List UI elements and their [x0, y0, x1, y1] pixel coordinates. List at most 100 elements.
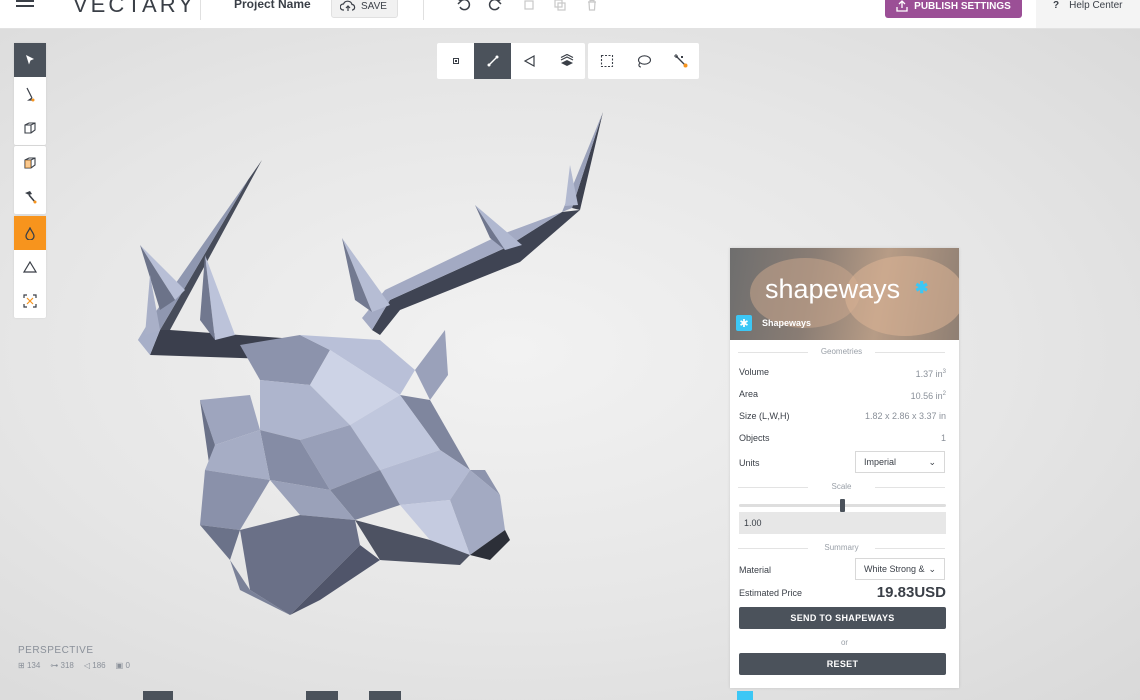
redo-icon[interactable] [486, 0, 504, 14]
cube-tool-button[interactable] [14, 111, 46, 145]
shapeways-banner: shapeways ✱ ✱ Shapeways [730, 248, 959, 340]
reset-button[interactable]: RESET [739, 653, 946, 675]
scene-stats: ⊞ 134 ⊶ 318 ◁ 186 ▣ 0 [18, 661, 130, 670]
divider [200, 0, 201, 20]
save-label: SAVE [361, 0, 387, 12]
select-tool-button[interactable] [14, 43, 46, 77]
face-count-icon: ◁ [83, 661, 91, 670]
hammer-tool-button[interactable] [14, 180, 46, 214]
menu-icon[interactable] [16, 0, 34, 10]
geometries-heading: Geometries [738, 347, 945, 356]
material-label: Material [739, 565, 772, 575]
shapeways-panel: shapeways ✱ ✱ Shapeways Geometries Volum… [730, 248, 959, 688]
send-to-shapeways-button[interactable]: SEND TO SHAPEWAYS [739, 607, 946, 629]
objects-value: 1 [940, 433, 946, 443]
price-label: Estimated Price [739, 588, 803, 598]
view-mode-label[interactable]: PERSPECTIVE [18, 645, 94, 656]
bottom-panel-badge [737, 691, 753, 700]
undo-icon[interactable] [455, 0, 473, 14]
material-tool-button[interactable] [14, 216, 46, 250]
pen-tool-button[interactable] [14, 77, 46, 111]
scale-heading: Scale [738, 482, 945, 491]
cloud-upload-icon [340, 0, 356, 11]
magic-select-button[interactable] [662, 43, 699, 79]
summary-heading: Summary [738, 543, 945, 552]
drop-icon [25, 226, 35, 240]
object-count: ▣ 0 [115, 661, 130, 670]
object-mode-button[interactable] [548, 43, 585, 79]
vertex-count: ⊞ 134 [18, 661, 41, 670]
price-value: 19.83USD [876, 584, 946, 601]
lasso-select-button[interactable] [625, 43, 662, 79]
size-value: 1.82 x 2.86 x 3.37 in [864, 411, 946, 421]
object-mode-icon [560, 54, 573, 66]
scale-slider-thumb[interactable] [840, 499, 845, 512]
selection-mode-toolbar [437, 43, 585, 79]
triangle-icon [23, 261, 37, 273]
chevron-down-icon: ⌄ [928, 456, 936, 467]
pen-icon [26, 87, 35, 102]
vertex-mode-button[interactable] [437, 43, 474, 79]
magic-select-icon [673, 54, 687, 68]
left-toolbar-group-1 [14, 43, 46, 145]
bottom-toolbar-button[interactable] [143, 691, 173, 700]
upload-icon [896, 0, 908, 12]
vertex-mode-icon [452, 58, 459, 64]
shapeways-logo: shapeways [765, 274, 901, 304]
size-label: Size (L,W,H) [739, 411, 790, 421]
rect-select-icon [600, 54, 613, 68]
edge-count-icon: ⊶ [50, 661, 59, 670]
star-icon: ✱ [915, 280, 929, 297]
paste-icon[interactable] [551, 0, 569, 14]
cube-icon [24, 122, 36, 134]
vertex-count-icon: ⊞ [18, 661, 25, 670]
units-label: Units [739, 458, 760, 468]
publish-settings-button[interactable]: PUBLISH SETTINGS [885, 0, 1022, 18]
face-mode-icon [523, 54, 535, 68]
trash-icon[interactable] [583, 0, 601, 14]
edge-mode-button[interactable] [474, 43, 511, 79]
scale-input[interactable]: 1.00 [739, 512, 946, 534]
left-toolbar-group-3 [14, 216, 46, 318]
top-bar: VECTARY Project Name SAVE PUBLISH SETTIN… [0, 0, 1140, 29]
transform-icon [23, 294, 37, 308]
project-name[interactable]: Project Name [234, 0, 311, 11]
bottom-toolbar-button[interactable] [369, 691, 401, 700]
volume-value: 1.37 in3 [915, 369, 946, 379]
publish-label: PUBLISH SETTINGS [914, 0, 1011, 12]
selection-tools-toolbar [588, 43, 699, 79]
left-toolbar-group-2 [14, 146, 46, 214]
hammer-icon [25, 191, 37, 204]
material-select[interactable]: White Strong & ⌄ [855, 558, 945, 580]
bottom-toolbar [0, 688, 1140, 700]
chevron-down-icon: ⌄ [928, 563, 936, 574]
units-value: Imperial [864, 457, 897, 467]
help-icon: ? [1053, 0, 1060, 11]
rect-select-button[interactable] [588, 43, 625, 79]
primitive-tool-button[interactable] [14, 250, 46, 284]
transform-tool-button[interactable] [14, 284, 46, 318]
shapeways-badge-icon: ✱ [736, 315, 752, 331]
edge-count: ⊶ 318 [50, 661, 74, 670]
app-logo: VECTARY [73, 0, 196, 17]
save-button[interactable]: SAVE [331, 0, 398, 18]
help-label: Help Center [1069, 0, 1123, 11]
copy-icon[interactable] [520, 0, 538, 14]
units-select[interactable]: Imperial ⌄ [855, 451, 945, 473]
help-center-link[interactable]: ? Help Center [1036, 0, 1140, 28]
edge-mode-icon [487, 55, 498, 67]
objects-label: Objects [739, 433, 770, 443]
bottom-toolbar-button[interactable] [306, 691, 338, 700]
select-arrow-icon [26, 55, 34, 65]
area-label: Area [739, 389, 759, 399]
area-value: 10.56 in2 [910, 391, 946, 401]
cube-edit-icon [24, 157, 36, 169]
volume-label: Volume [739, 367, 770, 377]
face-mode-button[interactable] [511, 43, 548, 79]
edit-geometry-button[interactable] [14, 146, 46, 180]
object-count-icon: ▣ [115, 661, 124, 670]
material-value: White Strong & [864, 564, 925, 574]
deer-head-model[interactable] [130, 105, 610, 625]
lasso-select-icon [637, 55, 651, 68]
shapeways-badge-label: Shapeways [762, 318, 812, 328]
